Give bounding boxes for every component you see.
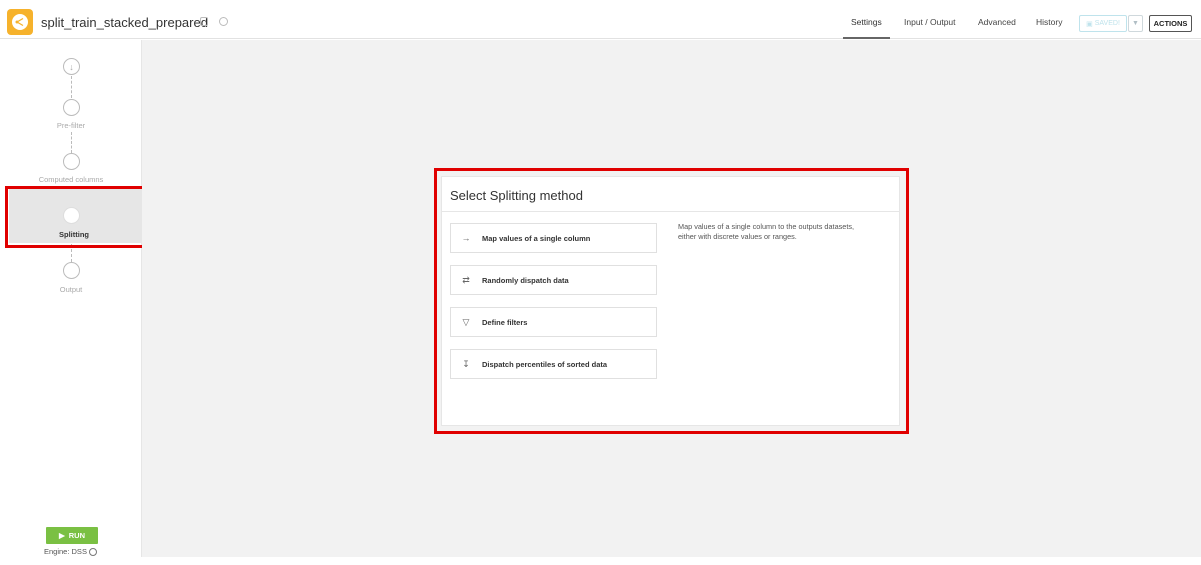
step-output-label[interactable]: Output — [0, 285, 142, 294]
tab-history[interactable]: History — [1036, 17, 1062, 27]
step-prefilter-label[interactable]: Pre-filter — [0, 121, 142, 130]
actions-button[interactable]: ACTIONS — [1149, 15, 1192, 32]
active-tab-indicator — [843, 37, 890, 39]
engine-label: Engine: DSS — [44, 547, 87, 556]
step-computed-columns-circle[interactable] — [63, 153, 80, 170]
step-output-circle[interactable] — [63, 262, 80, 279]
input-step-icon[interactable]: ↓ — [63, 58, 80, 75]
highlight-box-splitting-step — [5, 186, 148, 248]
run-button[interactable]: ▶ RUN — [46, 527, 98, 544]
save-icon: ▣ — [1086, 20, 1093, 28]
tab-advanced[interactable]: Advanced — [978, 17, 1016, 27]
save-dropdown-button[interactable]: ▼ — [1128, 15, 1143, 32]
step-connector — [71, 132, 72, 153]
gear-icon[interactable] — [88, 548, 97, 557]
saved-label: SAVED! — [1094, 20, 1120, 27]
play-icon: ▶ — [58, 531, 65, 540]
step-prefilter-circle[interactable] — [63, 99, 80, 116]
tab-settings[interactable]: Settings — [851, 17, 882, 27]
saved-button[interactable]: ▣ SAVED! — [1079, 15, 1127, 32]
copy-icon[interactable] — [200, 17, 208, 26]
run-label: RUN — [68, 531, 86, 540]
highlight-box-splitting-panel — [434, 168, 909, 434]
top-bar: split_train_stacked_prepared Settings In… — [0, 0, 1201, 39]
step-computed-columns-label[interactable]: Computed columns — [0, 175, 142, 184]
recipe-title[interactable]: split_train_stacked_prepared — [41, 15, 208, 30]
step-connector — [71, 76, 72, 98]
engine-selector[interactable]: Engine: DSS — [44, 547, 97, 557]
split-recipe-icon[interactable] — [7, 9, 33, 35]
caret-down-icon: ▼ — [1132, 20, 1139, 27]
tab-input-output[interactable]: Input / Output — [904, 17, 956, 27]
recipe-steps-sidebar: ↓ Pre-filter Computed columns Splitting … — [0, 40, 144, 557]
history-icon[interactable] — [219, 17, 228, 26]
